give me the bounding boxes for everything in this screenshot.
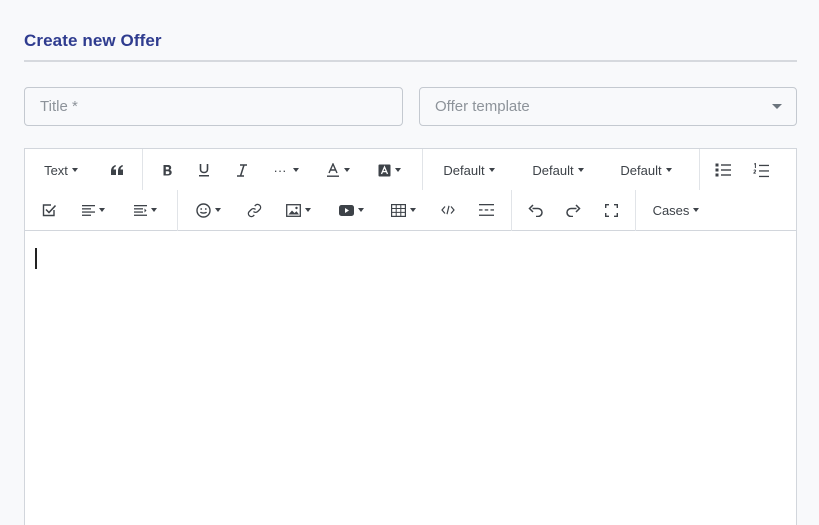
background-color-icon: [378, 164, 390, 176]
chevron-down-icon: [98, 208, 105, 212]
video-icon: [338, 204, 354, 216]
toolbar-separator: [177, 190, 178, 231]
title-divider: [24, 60, 797, 62]
image-dropdown[interactable]: [282, 195, 314, 225]
chevron-down-icon: [409, 208, 416, 212]
emoji-icon: [195, 202, 211, 218]
cases-dropdown[interactable]: Cases: [647, 195, 705, 225]
page-title: Create new Offer: [24, 31, 162, 50]
emoji-dropdown[interactable]: [192, 195, 224, 225]
text-style-label: Text: [44, 162, 68, 178]
chevron-down-icon: [292, 168, 299, 172]
chevron-down-icon: [693, 208, 700, 212]
editor-content-area[interactable]: [25, 231, 796, 525]
toolbar-separator: [635, 190, 636, 231]
font-family-label: Default: [443, 162, 485, 178]
offer-template-placeholder: Offer template: [435, 98, 530, 115]
more-formatting-dropdown[interactable]: ···: [270, 155, 302, 185]
checklist-button[interactable]: [37, 195, 61, 225]
rich-text-editor: Text ··· Default Default Default Cases: [24, 148, 797, 525]
indent-dropdown[interactable]: [129, 195, 161, 225]
background-color-dropdown[interactable]: [374, 155, 404, 185]
fullscreen-icon: [604, 203, 618, 217]
undo-button[interactable]: [523, 195, 547, 225]
image-icon: [285, 203, 301, 217]
fullscreen-button[interactable]: [599, 195, 623, 225]
italic-button[interactable]: [230, 155, 254, 185]
numbered-list-button[interactable]: [749, 155, 773, 185]
redo-button[interactable]: [561, 195, 585, 225]
toolbar-separator: [699, 149, 700, 190]
quote-icon: [111, 165, 123, 175]
chevron-down-icon: [214, 208, 221, 212]
bold-icon: [163, 164, 172, 175]
bold-button[interactable]: [155, 155, 179, 185]
font-size-dropdown[interactable]: Default: [527, 155, 589, 185]
chevron-down-icon: [488, 168, 495, 172]
font-family-dropdown[interactable]: Default: [438, 155, 500, 185]
line-height-dropdown[interactable]: Default: [615, 155, 677, 185]
table-dropdown[interactable]: [387, 195, 419, 225]
chevron-down-icon: [394, 168, 401, 172]
table-icon: [390, 203, 406, 217]
chevron-down-icon: [357, 208, 364, 212]
bullet-list-button[interactable]: [711, 155, 735, 185]
link-button[interactable]: [242, 195, 266, 225]
toolbar-separator: [422, 149, 423, 190]
italic-icon: [237, 163, 247, 177]
text-style-dropdown[interactable]: Text: [37, 155, 85, 185]
link-icon: [247, 203, 261, 217]
checklist-icon: [42, 204, 56, 217]
more-icon: ···: [273, 162, 287, 178]
toolbar-separator: [511, 190, 512, 231]
chevron-down-icon: [71, 168, 78, 172]
chevron-down-icon: [304, 208, 311, 212]
video-dropdown[interactable]: [335, 195, 367, 225]
underline-button[interactable]: [192, 155, 216, 185]
indent-icon: [133, 204, 147, 216]
chevron-down-icon: [665, 168, 672, 172]
redo-icon: [565, 203, 581, 217]
align-dropdown[interactable]: [77, 195, 109, 225]
title-field[interactable]: [24, 87, 403, 126]
chevron-down-icon: [344, 168, 350, 172]
text-cursor: [35, 248, 37, 269]
numbered-list-icon: [753, 162, 769, 177]
horizontal-rule-icon: [478, 204, 494, 216]
toolbar-separator: [142, 149, 143, 190]
undo-icon: [527, 203, 543, 217]
font-color-icon: [327, 162, 339, 177]
code-icon: [441, 205, 455, 215]
bullet-list-icon: [715, 163, 731, 177]
chevron-down-icon: [577, 168, 584, 172]
chevron-down-icon: [150, 208, 157, 212]
chevron-down-icon: [772, 104, 782, 109]
line-height-label: Default: [620, 162, 662, 178]
align-icon: [81, 204, 95, 216]
code-view-button[interactable]: [436, 195, 460, 225]
font-size-label: Default: [532, 162, 574, 178]
cases-label: Cases: [652, 202, 690, 218]
title-input[interactable]: [40, 98, 402, 115]
font-color-dropdown[interactable]: [323, 155, 353, 185]
quote-button[interactable]: [105, 155, 129, 185]
horizontal-rule-button[interactable]: [474, 195, 498, 225]
offer-template-select[interactable]: Offer template: [419, 87, 797, 126]
editor-toolbar: Text ··· Default Default Default Cases: [25, 149, 796, 231]
underline-icon: [199, 164, 209, 177]
